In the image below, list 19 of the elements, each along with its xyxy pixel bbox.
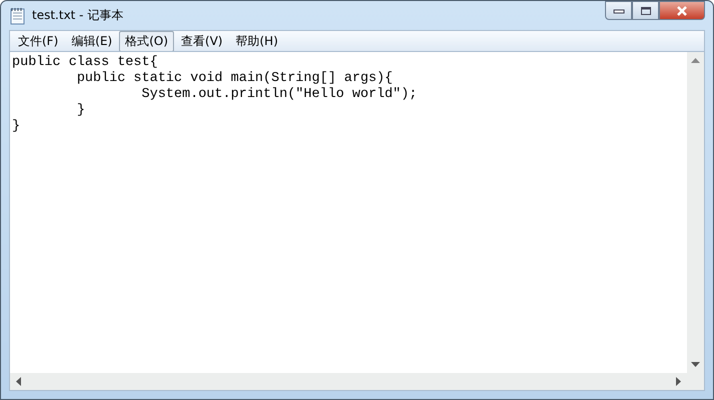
- menu-item[interactable]: 查看(V): [175, 30, 229, 52]
- minimize-icon: [612, 8, 624, 14]
- menu-item[interactable]: 帮助(H): [230, 30, 284, 52]
- minimize-button[interactable]: [605, 1, 632, 20]
- menu-item[interactable]: 编辑(E): [65, 30, 118, 52]
- scroll-up-icon[interactable]: [691, 58, 700, 63]
- notepad-icon: [10, 6, 26, 24]
- maximize-icon: [640, 6, 652, 16]
- window-title: test.txt - 记事本: [32, 7, 124, 24]
- menu-item[interactable]: 格式(O): [119, 30, 174, 52]
- horizontal-scrollbar[interactable]: [10, 373, 687, 390]
- scroll-down-icon[interactable]: [691, 362, 700, 367]
- vertical-scrollbar[interactable]: [687, 52, 704, 373]
- maximize-button[interactable]: [632, 1, 659, 20]
- menu-item[interactable]: 文件(F): [12, 30, 64, 52]
- close-button[interactable]: [659, 1, 705, 20]
- close-icon: [676, 6, 688, 16]
- scroll-right-icon[interactable]: [676, 377, 681, 386]
- scroll-left-icon[interactable]: [16, 377, 21, 386]
